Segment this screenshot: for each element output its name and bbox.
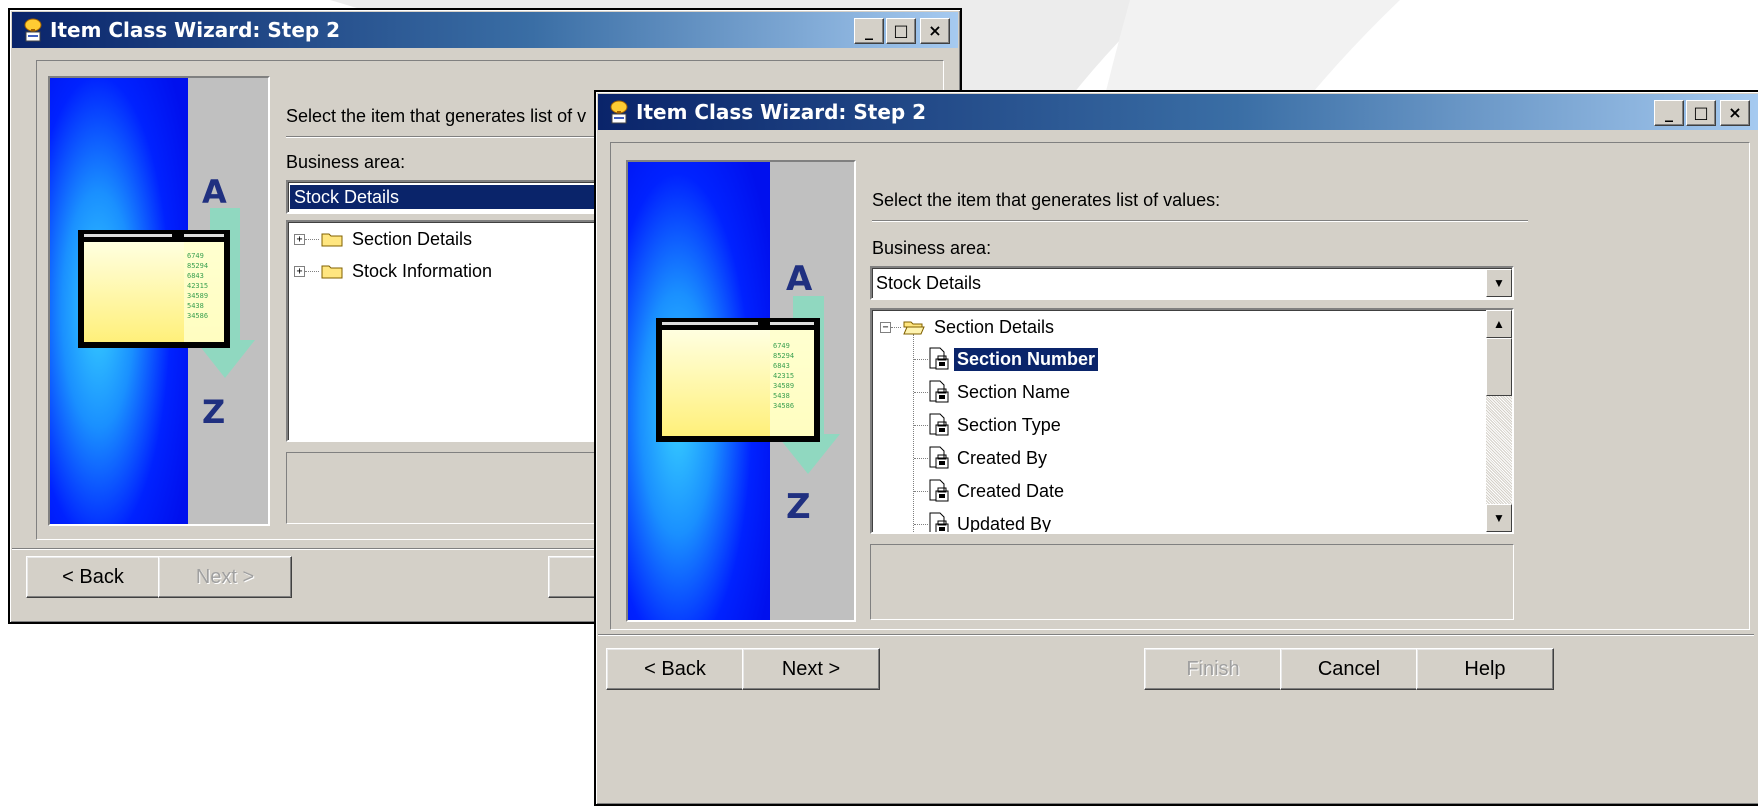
back-button[interactable]: < Back (26, 556, 160, 598)
item-page-icon (929, 479, 949, 502)
tree-node-label: Stock Information (352, 260, 493, 281)
back-window-title: Item Class Wizard: Step 2 (50, 18, 341, 42)
svg-text:5438: 5438 (187, 302, 204, 310)
item-page-icon (929, 347, 949, 370)
close-button[interactable]: × (1720, 100, 1750, 126)
item-page-icon (929, 512, 949, 532)
maximize-button[interactable]: □ (1686, 100, 1716, 126)
collapse-icon[interactable]: − (880, 321, 891, 333)
svg-text:A: A (202, 173, 227, 211)
tree-node-label: Section Details (352, 228, 473, 249)
back-business-area-label: Business area: (286, 152, 406, 172)
front-business-area-combo[interactable]: Stock Details ▼ (870, 266, 1514, 300)
svg-text:6843: 6843 (187, 272, 204, 280)
svg-text:42315: 42315 (773, 372, 794, 380)
item-page-icon (929, 413, 949, 436)
chevron-down-icon[interactable]: ▼ (1486, 269, 1512, 297)
front-business-area-value: Stock Details (876, 272, 982, 293)
back-prompt-label: Select the item that generates list of v (286, 106, 587, 126)
front-item-tree[interactable]: − Section Details Section Number Section… (870, 308, 1514, 534)
next-button[interactable]: Next > (742, 648, 880, 690)
tree-item-label: Created By (957, 447, 1048, 468)
item-page-icon (929, 380, 949, 403)
svg-text:34586: 34586 (187, 312, 208, 320)
svg-text:Z: Z (786, 487, 811, 527)
svg-text:6749: 6749 (773, 342, 790, 350)
open-folder-icon (903, 321, 925, 335)
front-description-box (870, 544, 1514, 620)
tree-connector (914, 424, 928, 426)
tree-item-section-name[interactable]: Section Name (914, 377, 1073, 407)
front-window-title: Item Class Wizard: Step 2 (636, 100, 927, 124)
help-button[interactable]: Help (1416, 648, 1554, 690)
minimize-button[interactable]: _ (1654, 100, 1684, 126)
tree-connector (914, 358, 928, 360)
svg-text:42315: 42315 (187, 282, 208, 290)
front-prompt-label: Select the item that generates list of v… (872, 190, 1221, 210)
expand-icon[interactable]: + (294, 265, 305, 277)
svg-text:5438: 5438 (773, 392, 790, 400)
scroll-up-arrow-icon[interactable]: ▲ (1486, 310, 1512, 338)
cancel-button[interactable]: Cancel (1280, 648, 1418, 690)
tree-connector (305, 238, 319, 240)
back-title-bar[interactable]: Item Class Wizard: Step 2 _ □ × (12, 12, 958, 48)
wizard-illustration: 6749 85294 6843 42315 34589 5438 34586 A Z (626, 160, 856, 622)
next-button[interactable]: Next > (158, 556, 292, 598)
tree-connector (914, 523, 928, 525)
tree-node[interactable]: + Stock Information (294, 256, 495, 286)
tree-item-created-date[interactable]: Created Date (914, 476, 1067, 506)
back-button[interactable]: < Back (606, 648, 744, 690)
tree-item-label: Updated By (957, 513, 1052, 534)
tree-item-created-by[interactable]: Created By (914, 443, 1050, 473)
svg-text:34589: 34589 (773, 382, 794, 390)
svg-text:6749: 6749 (187, 252, 204, 260)
tree-connector (914, 457, 928, 459)
svg-text:34586: 34586 (773, 402, 794, 410)
maximize-button[interactable]: □ (886, 18, 916, 44)
tree-node-root[interactable]: − Section Details (880, 312, 1057, 342)
tree-item-label: Section Number (952, 346, 1100, 372)
tree-item-section-number[interactable]: Section Number (914, 344, 1100, 374)
tree-item-section-type[interactable]: Section Type (914, 410, 1064, 440)
front-title-bar[interactable]: Item Class Wizard: Step 2 _ □ × (598, 94, 1758, 130)
scroll-thumb[interactable] (1486, 338, 1512, 396)
scroll-track[interactable] (1486, 396, 1512, 504)
svg-text:85294: 85294 (773, 352, 794, 360)
tree-connector (914, 490, 928, 492)
front-wizard-window: Item Class Wizard: Step 2 _ □ × 6749 852… (594, 90, 1758, 806)
svg-text:Z: Z (202, 393, 225, 431)
folder-icon (321, 265, 343, 279)
front-business-area-label: Business area: (872, 238, 992, 258)
front-button-separator (598, 634, 1754, 636)
folder-icon (321, 233, 343, 247)
tree-item-label: Section Name (957, 381, 1071, 402)
minimize-button[interactable]: _ (854, 18, 884, 44)
tree-node-label: Section Details (934, 316, 1055, 337)
wizard-illustration: 6749 85294 6843 42315 34589 5438 34586 A Z (48, 76, 270, 526)
front-prompt-separator (872, 220, 1528, 222)
tree-item-updated-by[interactable]: Updated By (914, 509, 1054, 534)
tree-item-label: Created Date (957, 480, 1065, 501)
svg-text:34589: 34589 (187, 292, 208, 300)
svg-text:6843: 6843 (773, 362, 790, 370)
scroll-down-arrow-icon[interactable]: ▼ (1486, 504, 1512, 532)
expand-icon[interactable]: + (294, 233, 305, 245)
tree-connector (891, 326, 901, 328)
item-page-icon (929, 446, 949, 469)
close-button[interactable]: × (920, 18, 950, 44)
tree-node[interactable]: + Section Details (294, 224, 475, 254)
wizard-app-icon (24, 18, 42, 42)
tree-connector (914, 391, 928, 393)
finish-button[interactable]: Finish (1144, 648, 1282, 690)
tree-connector (305, 270, 319, 272)
svg-text:A: A (786, 259, 813, 299)
tree-item-label: Section Type (957, 414, 1061, 435)
svg-text:85294: 85294 (187, 262, 208, 270)
wizard-app-icon (610, 100, 628, 124)
tree-vertical-scrollbar[interactable]: ▲ ▼ (1486, 310, 1512, 532)
